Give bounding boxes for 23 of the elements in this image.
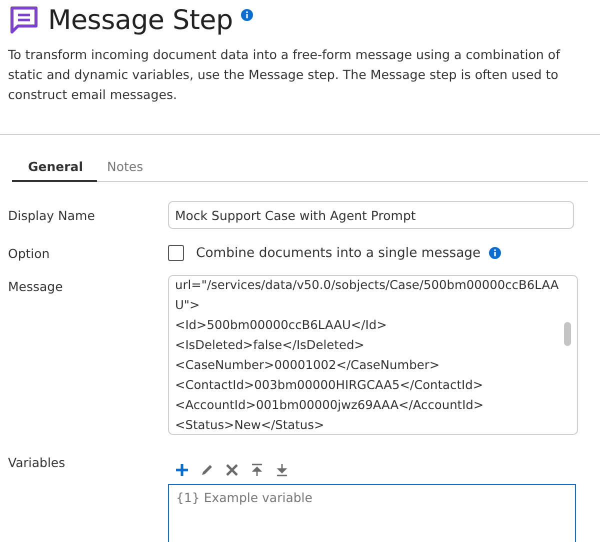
variable-item[interactable]: {1} Example variable [176, 490, 312, 505]
variables-list[interactable]: {1} Example variable [168, 484, 576, 542]
delete-icon[interactable] [225, 463, 239, 477]
move-top-icon[interactable] [250, 463, 264, 477]
message-field[interactable]: url="/services/data/v50.0/sobjects/Case/500bm00000ccB6LAA U"> <Id>500bm00000ccB6LAAU</Id> <IsDeleted>false</IsDeleted> <CaseNumber>00001002</CaseNumber> <ContactId>003bm00000HIRGCAA5</ContactId> <AccountId>001bm00000jwz69AAA</AccountId> <Status>New</Status> [168, 275, 578, 435]
move-bottom-icon[interactable] [275, 463, 289, 477]
field-label: Display Name [7, 208, 96, 222]
add-icon[interactable] [175, 463, 189, 477]
field-label: Variables [7, 455, 66, 470]
tab[interactable]: General [12, 155, 97, 182]
field-label: Message [7, 279, 64, 294]
pencil-icon[interactable] [200, 463, 214, 477]
info-icon[interactable] [240, 9, 253, 21]
info-icon[interactable] [488, 247, 501, 259]
tab[interactable]: Notes [97, 155, 154, 182]
field-label: Option [7, 246, 51, 260]
scrollbar-thumb[interactable] [564, 322, 571, 346]
page-title: Message Step [48, 4, 233, 36]
display-name-field[interactable]: Mock Support Case with Agent Prompt [168, 201, 574, 229]
message-icon [8, 4, 40, 36]
checkbox[interactable] [168, 245, 184, 261]
description-text: To transform incoming document data into a free-form message using a combination of static and dynamic variables, use the Message step. The Message step is often used to construct email messages. [8, 46, 562, 104]
checkbox-label[interactable]: Combine documents into a single message [196, 246, 481, 260]
